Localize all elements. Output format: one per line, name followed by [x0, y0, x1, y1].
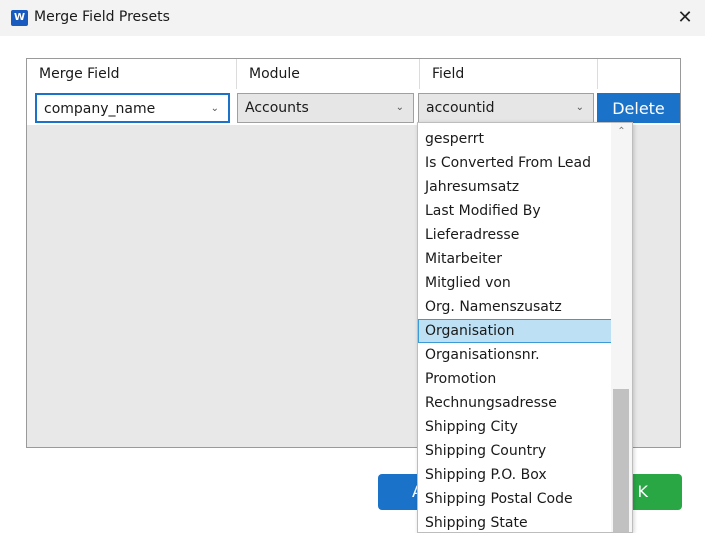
field-value: accountid — [426, 100, 495, 116]
close-icon: ✕ — [677, 7, 693, 28]
dropdown-scrollbar[interactable]: ⌃ — [611, 123, 632, 532]
field-dropdown-list[interactable]: gesperrt Is Converted From Lead Jahresumsa… — [417, 122, 633, 533]
module-value: Accounts — [245, 100, 309, 116]
column-header-merge-field: Merge Field — [27, 59, 237, 89]
dropdown-option[interactable]: Shipping Country — [418, 439, 612, 463]
dropdown-option[interactable]: Organisationsnr. — [418, 343, 612, 367]
word-app-icon: W — [11, 10, 28, 26]
dropdown-option[interactable]: Shipping P.O. Box — [418, 463, 612, 487]
close-button[interactable]: ✕ — [665, 0, 705, 36]
dropdown-option[interactable]: Mitglied von — [418, 271, 612, 295]
field-select[interactable]: accountid ⌄ — [418, 93, 594, 123]
chevron-down-icon: ⌄ — [210, 103, 219, 114]
dropdown-option[interactable]: Rechnungsadresse — [418, 391, 612, 415]
chevron-down-icon: ⌄ — [575, 102, 584, 113]
table-row: company_name ⌄ Accounts ⌄ accountid ⌄ De… — [27, 89, 680, 125]
dropdown-option[interactable]: Shipping City — [418, 415, 612, 439]
delete-button[interactable]: Delete — [597, 93, 680, 123]
chevron-down-icon: ⌄ — [395, 102, 404, 113]
dropdown-option[interactable]: Jahresumsatz — [418, 175, 612, 199]
dropdown-option[interactable]: Organisation — [418, 319, 612, 343]
dropdown-option[interactable]: Promotion — [418, 367, 612, 391]
scrollbar-thumb[interactable] — [613, 389, 629, 532]
column-header-field: Field — [420, 59, 598, 89]
window-title: Merge Field Presets — [34, 9, 170, 25]
column-header-module: Module — [237, 59, 420, 89]
dropdown-option[interactable]: Last Modified By — [418, 199, 612, 223]
module-select[interactable]: Accounts ⌄ — [237, 93, 414, 123]
grid-header: Merge Field Module Field — [27, 59, 680, 89]
merge-field-value: company_name — [44, 101, 156, 117]
chevron-up-icon[interactable]: ⌃ — [611, 125, 632, 139]
dropdown-option[interactable]: Shipping State — [418, 511, 612, 532]
dropdown-options: gesperrt Is Converted From Lead Jahresumsa… — [418, 127, 612, 532]
dropdown-option[interactable]: Mitarbeiter — [418, 247, 612, 271]
dialog-window: W Merge Field Presets ✕ Merge Field Modu… — [0, 0, 705, 533]
dropdown-option[interactable]: gesperrt — [418, 127, 612, 151]
dropdown-option[interactable]: Shipping Postal Code — [418, 487, 612, 511]
dropdown-option[interactable]: Is Converted From Lead — [418, 151, 612, 175]
merge-field-select[interactable]: company_name ⌄ — [35, 93, 230, 123]
title-bar[interactable]: W Merge Field Presets ✕ — [0, 0, 705, 36]
dropdown-option[interactable]: Org. Namenszusatz — [418, 295, 612, 319]
dropdown-option[interactable]: Lieferadresse — [418, 223, 612, 247]
